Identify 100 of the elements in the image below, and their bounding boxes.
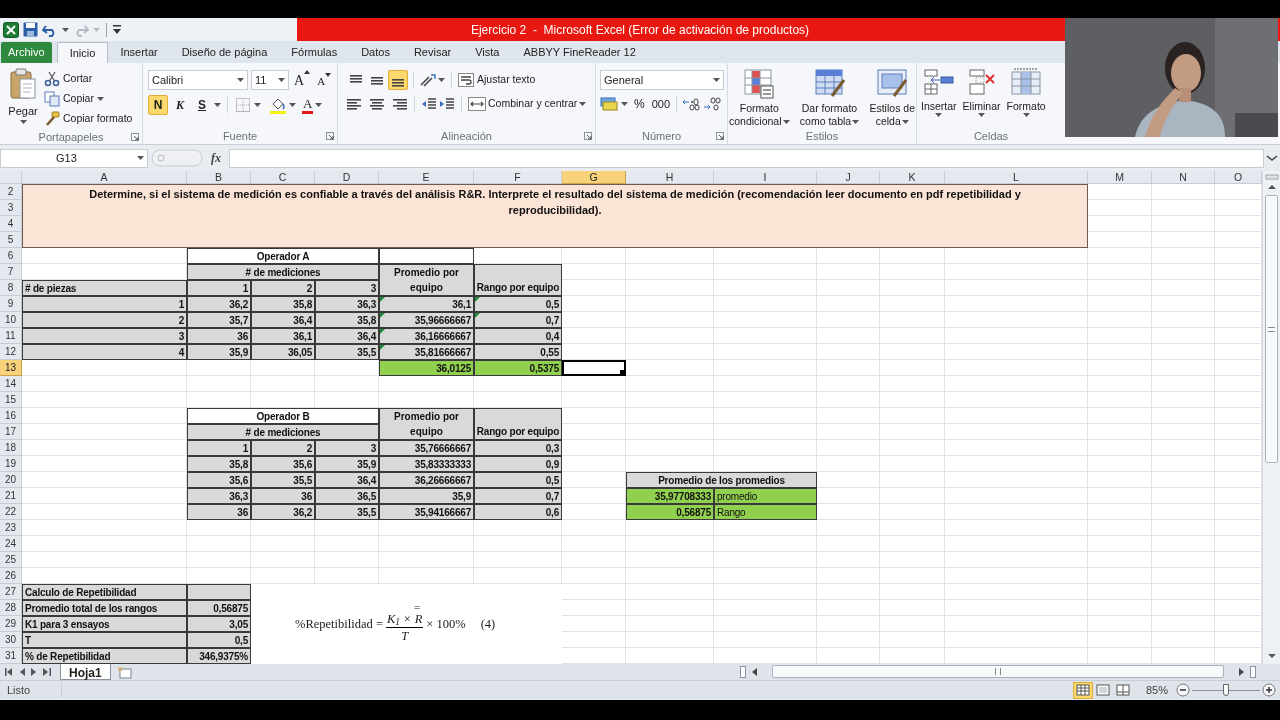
- empty-cell[interactable]: [945, 376, 1088, 392]
- empty-cell[interactable]: [880, 472, 945, 488]
- empty-cell[interactable]: [1088, 328, 1152, 344]
- empty-cell[interactable]: [1152, 216, 1215, 232]
- column-header[interactable]: B: [187, 171, 251, 184]
- row-header[interactable]: 15: [0, 392, 22, 408]
- row-header[interactable]: 27: [0, 584, 22, 600]
- row-header[interactable]: 6: [0, 248, 22, 264]
- empty-cell[interactable]: [1152, 392, 1215, 408]
- currency-icon[interactable]: [600, 97, 618, 111]
- empty-cell[interactable]: [714, 584, 817, 600]
- empty-cell[interactable]: [562, 568, 626, 584]
- empty-cell[interactable]: [880, 424, 945, 440]
- empty-cell[interactable]: [714, 632, 817, 648]
- empty-cell[interactable]: [714, 360, 817, 376]
- first-sheet-icon[interactable]: [5, 668, 13, 676]
- empty-cell[interactable]: [1152, 616, 1215, 632]
- empty-cell[interactable]: [880, 360, 945, 376]
- empty-cell[interactable]: [1088, 440, 1152, 456]
- formula-bar-handle-icon[interactable]: [151, 149, 203, 167]
- empty-cell[interactable]: [187, 376, 251, 392]
- row-header[interactable]: 3: [0, 200, 22, 216]
- empty-cell[interactable]: [817, 392, 880, 408]
- shrink-font-button[interactable]: A: [315, 70, 334, 90]
- empty-cell[interactable]: [626, 584, 714, 600]
- empty-cell[interactable]: [714, 296, 817, 312]
- empty-cell[interactable]: [817, 344, 880, 360]
- empty-cell[interactable]: [714, 264, 817, 280]
- column-header[interactable]: C: [251, 171, 315, 184]
- zoom-in-icon[interactable]: [1262, 683, 1276, 697]
- row-header[interactable]: 16: [0, 408, 22, 424]
- row-header[interactable]: 22: [0, 504, 22, 520]
- empty-cell[interactable]: [945, 472, 1088, 488]
- empty-cell[interactable]: [945, 552, 1088, 568]
- empty-cell[interactable]: [817, 552, 880, 568]
- row-header[interactable]: 7: [0, 264, 22, 280]
- empty-cell[interactable]: [817, 360, 880, 376]
- empty-cell[interactable]: [880, 440, 945, 456]
- empty-cell[interactable]: [1152, 536, 1215, 552]
- ribbon-tab[interactable]: Diseño de página: [169, 42, 280, 63]
- expand-formula-bar-icon[interactable]: [1264, 153, 1280, 163]
- align-bottom-button[interactable]: [388, 70, 408, 90]
- active-cell[interactable]: [562, 360, 626, 376]
- empty-cell[interactable]: [817, 408, 880, 424]
- split-handle-icon[interactable]: [740, 666, 746, 678]
- empty-cell[interactable]: [714, 312, 817, 328]
- empty-cell[interactable]: [817, 584, 880, 600]
- merge-center-button[interactable]: Combinar y centrar: [468, 94, 587, 114]
- empty-cell[interactable]: [1152, 376, 1215, 392]
- empty-cell[interactable]: [626, 600, 714, 616]
- empty-cell[interactable]: [945, 280, 1088, 296]
- ribbon-tab[interactable]: Fórmulas: [279, 42, 350, 63]
- text-orientation-icon[interactable]: [419, 73, 437, 87]
- dialog-launcher-icon[interactable]: [584, 132, 592, 140]
- empty-cell[interactable]: [1152, 424, 1215, 440]
- empty-cell[interactable]: [714, 440, 817, 456]
- save-icon[interactable]: [23, 22, 38, 37]
- empty-cell[interactable]: [880, 392, 945, 408]
- empty-cell[interactable]: [562, 392, 626, 408]
- percent-button[interactable]: %: [631, 95, 648, 113]
- dialog-launcher-icon[interactable]: [716, 132, 724, 140]
- customize-toolbar-icon[interactable]: [113, 25, 121, 34]
- column-header[interactable]: N: [1152, 171, 1215, 184]
- error-flag-icon[interactable]: [380, 313, 385, 318]
- font-name-field[interactable]: Calibri: [148, 70, 248, 90]
- empty-cell[interactable]: [1152, 312, 1215, 328]
- empty-cell[interactable]: [379, 552, 474, 568]
- caret-icon[interactable]: [214, 103, 221, 107]
- empty-cell[interactable]: [817, 376, 880, 392]
- row-header[interactable]: 31: [0, 648, 22, 664]
- row-header[interactable]: 28: [0, 600, 22, 616]
- empty-cell[interactable]: [1088, 248, 1152, 264]
- empty-cell[interactable]: [1088, 504, 1152, 520]
- dialog-launcher-icon[interactable]: [131, 133, 139, 141]
- grow-font-button[interactable]: A: [292, 70, 313, 90]
- empty-cell[interactable]: [945, 488, 1088, 504]
- scroll-left-icon[interactable]: [750, 667, 760, 677]
- empty-cell[interactable]: [714, 552, 817, 568]
- empty-cell[interactable]: [1088, 536, 1152, 552]
- vertical-scrollbar[interactable]: [1262, 171, 1280, 664]
- sheet-tab[interactable]: Hoja1: [60, 664, 111, 680]
- empty-cell[interactable]: [945, 456, 1088, 472]
- row-header[interactable]: 29: [0, 616, 22, 632]
- row-header[interactable]: 30: [0, 632, 22, 648]
- row-header[interactable]: 2: [0, 184, 22, 200]
- empty-cell[interactable]: [379, 536, 474, 552]
- ribbon-tab[interactable]: Insertar: [108, 42, 170, 63]
- format-cells-button[interactable]: Formato: [1004, 68, 1048, 128]
- ribbon-tab[interactable]: ABBYY FineReader 12: [511, 42, 648, 63]
- error-flag-icon[interactable]: [380, 345, 385, 350]
- empty-cell[interactable]: [1088, 584, 1152, 600]
- empty-cell[interactable]: [1088, 472, 1152, 488]
- empty-cell[interactable]: [1152, 408, 1215, 424]
- empty-cell[interactable]: [1088, 616, 1152, 632]
- cut-button[interactable]: Cortar: [44, 69, 133, 89]
- empty-cell[interactable]: [714, 344, 817, 360]
- empty-cell[interactable]: [880, 344, 945, 360]
- column-header[interactable]: L: [945, 171, 1088, 184]
- error-flag-icon[interactable]: [380, 297, 385, 302]
- empty-cell[interactable]: [1088, 296, 1152, 312]
